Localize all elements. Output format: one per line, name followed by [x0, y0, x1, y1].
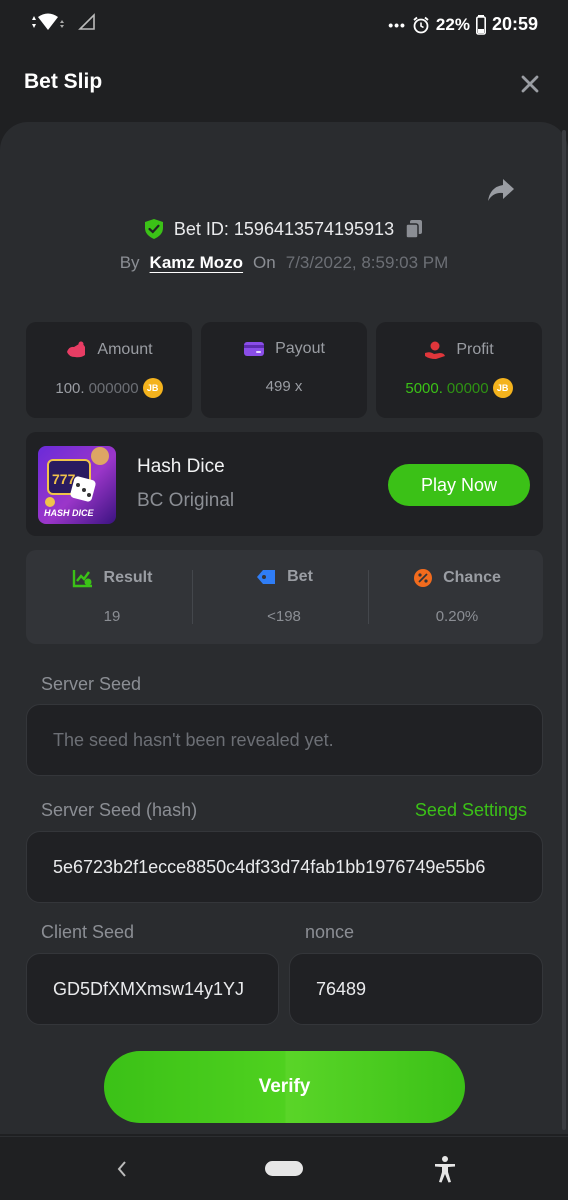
svg-text:777: 777	[52, 471, 76, 487]
server-seed-label: Server Seed	[41, 674, 142, 694]
coin-icon: JB	[492, 378, 513, 398]
bet-value: <198	[267, 608, 301, 625]
bet-tag-icon	[257, 570, 276, 584]
home-pill-icon[interactable]	[265, 1161, 303, 1176]
server-hash-field[interactable]: 5e6723b2f1ecce8850c4df33d74fab1bb1976749…	[26, 831, 543, 903]
bet-label: Bet	[287, 568, 313, 585]
status-bar: ••• 22% 20:59	[0, 0, 568, 50]
bet-id: Bet ID: 1596413574195913	[173, 218, 395, 239]
status-left	[30, 12, 96, 32]
more-dots-icon: •••	[388, 16, 406, 33]
game-thumbnail[interactable]: 777 HASH DICE	[38, 446, 116, 524]
profit-card: Profit 5000. 00000 JB	[376, 322, 542, 418]
payout-value: 499 x	[265, 378, 303, 395]
amount-icon	[67, 341, 86, 358]
nonce-label: nonce	[305, 922, 355, 942]
back-icon[interactable]	[115, 1159, 129, 1179]
play-now-button[interactable]: Play Now	[388, 464, 530, 506]
divider	[192, 570, 193, 624]
result-value: 19	[103, 608, 121, 625]
on-label: On	[253, 253, 276, 272]
user-link[interactable]: Kamz Mozo	[150, 253, 244, 273]
amount-label: Amount	[97, 341, 153, 358]
chance-value: 0.20%	[435, 608, 479, 625]
close-icon[interactable]	[518, 72, 542, 96]
bet-id-row: Bet ID: 1596413574195913	[0, 214, 568, 244]
game-name: Hash Dice	[137, 456, 225, 477]
profit-value: 5000. 00000 JB	[376, 378, 542, 398]
clock: 20:59	[491, 14, 538, 34]
nonce-field[interactable]: 76489	[289, 953, 543, 1025]
profit-label: Profit	[456, 341, 494, 358]
accessibility-icon[interactable]	[433, 1155, 457, 1183]
thumb-caption: HASH DICE	[44, 508, 94, 518]
chance-percent-icon	[414, 569, 433, 587]
payout-card-icon	[244, 342, 265, 356]
amount-card: Amount 100. 000000 JB	[26, 322, 192, 418]
result-chart-icon	[72, 570, 92, 588]
bet-owner-row: By Kamz Mozo On 7/3/2022, 8:59:03 PM	[0, 250, 568, 276]
status-right: ••• 22% 20:59	[388, 14, 538, 35]
bet-date: 7/3/2022, 8:59:03 PM	[285, 253, 449, 272]
bet-slip-header: Bet Slip	[0, 50, 568, 120]
profit-icon	[425, 341, 446, 359]
server-hash-label: Server Seed (hash)	[41, 800, 198, 820]
chance-label: Chance	[443, 569, 501, 586]
divider	[368, 570, 369, 624]
game-subtitle: BC Original	[137, 490, 235, 511]
signal-icon	[78, 13, 95, 30]
system-nav-bar	[0, 1136, 568, 1200]
bet-column: Bet <198	[198, 550, 370, 644]
verify-button[interactable]: Verify	[104, 1051, 465, 1123]
game-card: 777 HASH DICE Hash Dice BC Original Play…	[26, 432, 543, 536]
battery-icon	[475, 14, 486, 35]
wifi-icon	[32, 13, 64, 30]
copy-icon[interactable]	[404, 219, 424, 239]
payout-card: Payout 499 x	[201, 322, 367, 418]
result-column: Result 19	[26, 550, 198, 644]
client-seed-field[interactable]: GD5DfXMXmsw14y1YJ	[26, 953, 279, 1025]
battery-percent: 22%	[435, 14, 470, 34]
payout-label: Payout	[275, 340, 325, 357]
client-seed-label: Client Seed	[41, 922, 135, 942]
scrollbar[interactable]	[562, 130, 566, 1130]
amount-value: 100. 000000 JB	[26, 378, 192, 398]
coin-icon: JB	[142, 378, 163, 398]
result-card: Result 19 Bet <198 Chance 0.20%	[26, 550, 543, 644]
chance-column: Chance 0.20%	[371, 550, 543, 644]
shield-check-icon	[144, 219, 163, 239]
alarm-icon	[413, 16, 429, 33]
page-title: Bet Slip	[24, 70, 103, 93]
share-icon[interactable]	[486, 176, 516, 204]
result-label: Result	[103, 569, 153, 586]
server-seed-field[interactable]: The seed hasn't been revealed yet.	[26, 704, 543, 776]
seed-settings-link[interactable]: Seed Settings	[415, 800, 527, 821]
by-label: By	[119, 253, 140, 272]
